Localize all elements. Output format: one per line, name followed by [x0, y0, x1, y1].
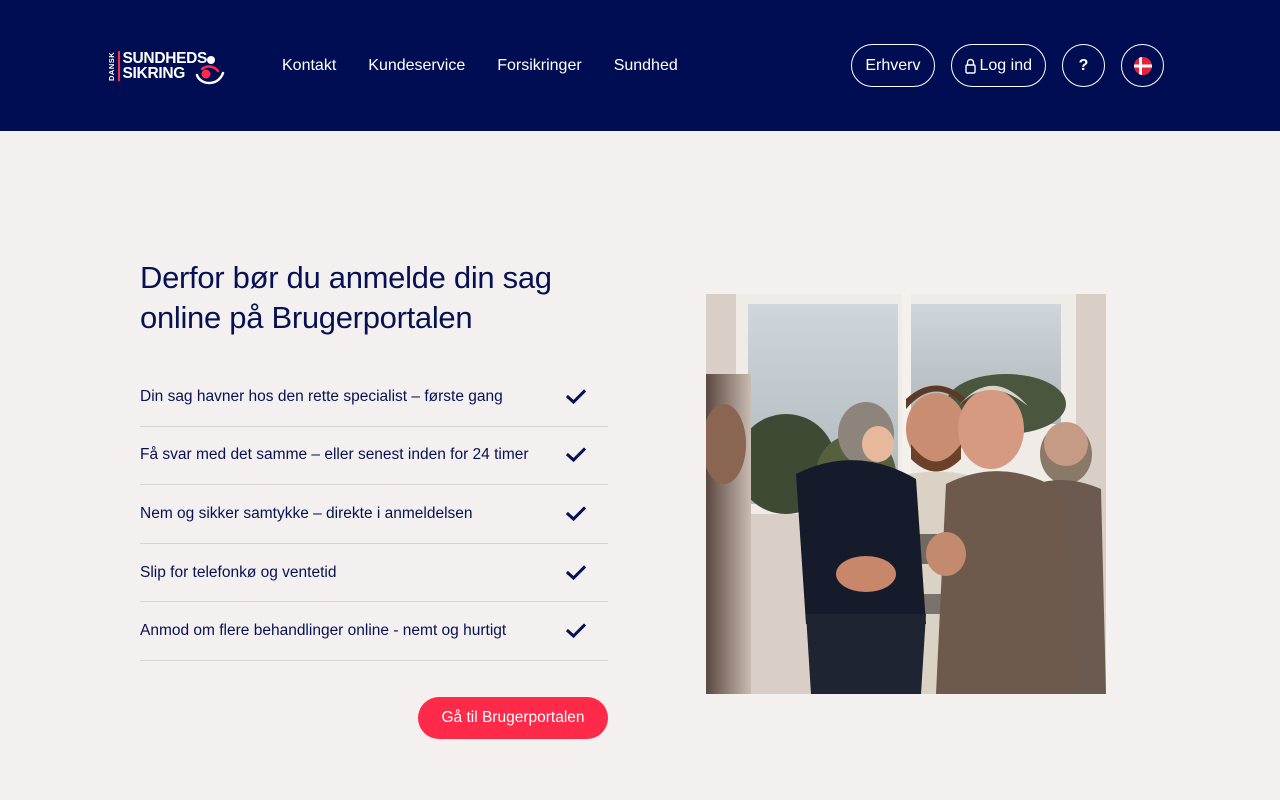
nav-sundhed[interactable]: Sundhed [614, 57, 678, 75]
main-nav: Kontakt Kundeservice Forsikringer Sundhe… [282, 0, 678, 131]
header-actions: Erhverv Log ind ? [851, 44, 1164, 87]
list-item: Din sag havner hos den rette specialist … [140, 368, 608, 427]
go-to-portal-button[interactable]: Gå til Brugerportalen [418, 697, 608, 739]
language-button[interactable] [1121, 44, 1164, 87]
check-icon [566, 389, 586, 405]
logo-small-text: DANSK [107, 51, 116, 81]
benefit-label: Anmod om flere behandlinger online - nem… [140, 622, 507, 640]
nav-forsikringer[interactable]: Forsikringer [497, 57, 581, 75]
benefit-label: Slip for telefonkø og ventetid [140, 563, 337, 581]
benefits-section: Derfor bør du anmelde din sag online på … [140, 258, 608, 338]
benefit-list: Din sag havner hos den rette specialist … [140, 368, 608, 661]
photo-illustration [706, 294, 1106, 694]
family-photo [706, 294, 1106, 694]
list-item: Anmod om flere behandlinger online - nem… [140, 602, 608, 661]
login-label: Log ind [979, 56, 1033, 74]
logo[interactable]: DANSK SUNDHEDS SIKRING [107, 44, 226, 88]
benefit-label: Din sag havner hos den rette specialist … [140, 387, 503, 405]
check-icon [566, 564, 586, 581]
site-header: DANSK SUNDHEDS SIKRING Kontakt Kundeserv… [0, 0, 1280, 131]
section-title: Derfor bør du anmelde din sag online på … [140, 260, 552, 335]
logo-divider [117, 51, 120, 81]
list-item: Få svar med det samme – eller senest ind… [140, 427, 608, 486]
list-item: Nem og sikker samtykke – direkte i anmel… [140, 485, 608, 544]
lock-icon [964, 58, 976, 74]
check-icon [566, 506, 586, 522]
list-item: Slip for telefonkø og ventetid [140, 544, 608, 603]
login-button[interactable]: Log ind [950, 44, 1046, 87]
nav-kontakt[interactable]: Kontakt [282, 57, 336, 75]
danish-flag-icon [1133, 56, 1152, 75]
benefit-label: Få svar med det samme – eller senest ind… [140, 446, 529, 464]
check-icon [566, 447, 586, 463]
logo-figure-icon [195, 56, 225, 85]
check-icon [566, 623, 586, 639]
erhverv-button[interactable]: Erhverv [851, 44, 935, 87]
help-button[interactable]: ? [1062, 44, 1105, 87]
nav-kundeservice[interactable]: Kundeservice [368, 57, 465, 75]
benefit-label: Nem og sikker samtykke – direkte i anmel… [140, 504, 473, 522]
